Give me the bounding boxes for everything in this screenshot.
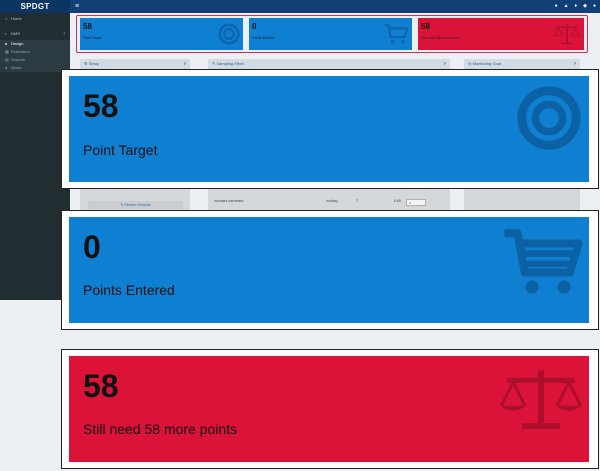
rss-icon[interactable]: ◆ [583,0,587,13]
sidebar-item-home[interactable]: ⌂ Home [0,13,70,25]
help-icon[interactable]: ? [184,59,186,68]
top-icons: ● ▲ ♦ ◆ ● [555,0,596,13]
sidebar-item-label: Estimation [11,49,30,54]
help-icon[interactable]: ● [555,0,558,13]
sidebar-item-label: Design [11,41,24,46]
sidebar-item-estimation[interactable]: ▦ Estimation [0,48,70,56]
sampling-panel-header[interactable]: ✎ Sampling Effort ? [208,59,450,68]
sidebar-item-label: Home [11,16,22,21]
sidebar-item-label: About [11,65,22,70]
value-box-label: Points Entered [83,282,175,298]
sidebar-item-about[interactable]: ● About [0,64,70,72]
panel-title: Monitoring Goal [472,61,501,66]
home-icon[interactable]: ▲ [564,0,569,13]
zoom-point-target: 58 Point Target [61,69,599,189]
sidebar-item-outputs[interactable]: ▤ Outputs [0,56,70,64]
github-icon[interactable]: ● [593,0,596,13]
weight-input[interactable]: 0 [406,199,426,206]
table-cell: Incomes harvested [214,199,244,203]
value-box-value: 58 [83,88,119,124]
help-icon[interactable]: ? [444,59,446,68]
sidebar-item-label: Outputs [11,57,26,62]
app-logo[interactable]: SPDGT [0,0,70,13]
sidebar-item-dms[interactable]: ▪ DMS ‹ [0,28,70,40]
value-box-points-entered: 0 Points Entered [69,217,589,323]
value-boxes-highlight [76,15,588,53]
balance-scale-icon [499,370,583,430]
top-navbar: SPDGT ≡ ● ▲ ♦ ◆ ● [0,0,600,13]
restore-defaults-button[interactable]: ↻ Restore Defaults [88,201,183,209]
panel-title: Sampling Effort [216,61,244,66]
sidebar-toggle-icon[interactable]: ≡ [75,0,79,13]
help-icon[interactable]: ? [574,59,576,68]
value-box-label: Point Target [83,142,158,158]
chevron-left-icon: ‹ [63,31,65,37]
zoom-points-entered: 0 Points Entered [61,210,599,330]
cart-icon [504,229,583,294]
bullseye-icon [517,86,581,150]
sidebar-item-design[interactable]: ♠ Design [0,40,70,48]
value-box-label: Still need 58 more points [83,421,238,437]
value-box-point-target: 58 Point Target [69,76,589,182]
table-cell: 7 [356,199,358,203]
sidebar: ⌂ Home ▪ DMS ‹ ♠ Design ▦ Estimation ▤ Output… [0,13,70,300]
value-box-value: 58 [83,368,119,404]
restore-defaults-label: Restore Defaults [124,203,151,207]
monitoring-panel-header[interactable]: ◎ Monitoring Goal ? [464,59,580,68]
setup-panel-header[interactable]: ⚙ Setup ? [80,59,190,68]
zoom-still-need: 58 Still need 58 more points [61,349,599,469]
value-box-value: 0 [83,229,101,265]
value-box-still-need: 58 Still need 58 more points [69,356,589,462]
panel-title: Setup [88,61,100,66]
table-cell: hunting [326,199,338,203]
sidebar-item-label: DMS [11,31,20,36]
pin-icon[interactable]: ♦ [575,0,578,13]
table-cell: 0.65 [394,199,401,203]
